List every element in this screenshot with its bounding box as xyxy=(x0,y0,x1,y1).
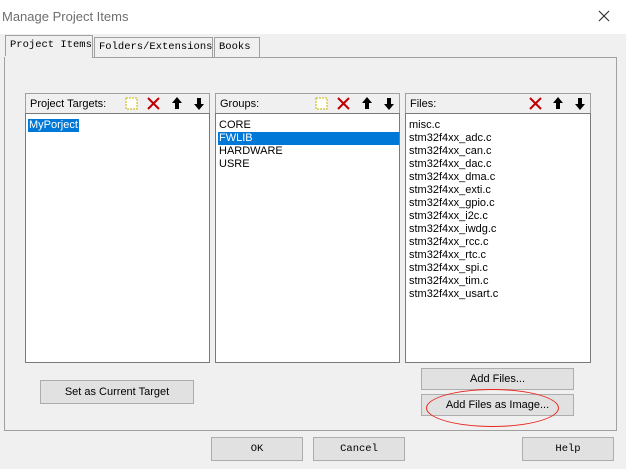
list-item[interactable]: stm32f4xx_i2c.c xyxy=(408,210,489,223)
move-up-icon[interactable] xyxy=(357,95,377,112)
list-item[interactable]: stm32f4xx_tim.c xyxy=(408,275,489,288)
tab-books[interactable]: Books xyxy=(214,37,260,57)
add-files-button[interactable]: Add Files... xyxy=(421,368,574,390)
move-down-icon[interactable] xyxy=(379,95,399,112)
tab-label: Books xyxy=(219,41,251,53)
tab-project-items[interactable]: Project Items xyxy=(5,35,93,58)
help-button[interactable]: Help xyxy=(522,437,614,461)
list-item[interactable]: stm32f4xx_usart.c xyxy=(408,288,499,301)
list-item[interactable]: stm32f4xx_adc.c xyxy=(408,132,493,145)
list-item[interactable]: stm32f4xx_rtc.c xyxy=(408,249,487,262)
files-header: Files: xyxy=(405,93,591,113)
list-item[interactable]: stm32f4xx_spi.c xyxy=(408,262,489,275)
delete-group-icon[interactable] xyxy=(334,95,354,112)
move-up-icon[interactable] xyxy=(167,95,187,112)
targets-label: Project Targets: xyxy=(30,98,107,110)
list-item[interactable]: misc.c xyxy=(408,119,441,132)
delete-target-icon[interactable] xyxy=(144,95,164,112)
list-item[interactable]: stm32f4xx_rcc.c xyxy=(408,236,489,249)
groups-label: Groups: xyxy=(220,98,260,110)
files-label: Files: xyxy=(410,98,437,110)
list-item[interactable]: HARDWARE xyxy=(218,145,284,158)
targets-header: Project Targets: xyxy=(25,93,210,113)
targets-list[interactable]: MyPorject xyxy=(25,113,210,363)
highlight-annotation xyxy=(426,389,559,427)
list-item[interactable]: MyPorject xyxy=(28,119,79,132)
title-bar: Manage Project Items xyxy=(0,0,626,34)
cancel-button[interactable]: Cancel xyxy=(313,437,405,461)
list-item[interactable]: FWLIB xyxy=(218,132,399,145)
list-item[interactable]: stm32f4xx_dac.c xyxy=(408,158,493,171)
tab-label: Project Items xyxy=(10,39,92,51)
close-icon[interactable] xyxy=(596,8,612,24)
list-item[interactable]: stm32f4xx_dma.c xyxy=(408,171,496,184)
new-target-icon[interactable] xyxy=(122,95,142,112)
move-up-icon[interactable] xyxy=(548,95,568,112)
new-group-icon[interactable] xyxy=(312,95,332,112)
list-item[interactable]: stm32f4xx_iwdg.c xyxy=(408,223,497,236)
list-item[interactable]: stm32f4xx_gpio.c xyxy=(408,197,496,210)
window-title: Manage Project Items xyxy=(2,9,129,24)
list-item[interactable]: CORE xyxy=(218,119,252,132)
ok-button[interactable]: OK xyxy=(211,437,303,461)
list-item[interactable]: stm32f4xx_exti.c xyxy=(408,184,492,197)
files-list[interactable]: misc.c stm32f4xx_adc.c stm32f4xx_can.c s… xyxy=(405,113,591,363)
move-down-icon[interactable] xyxy=(570,95,590,112)
tab-join xyxy=(5,56,92,59)
delete-file-icon[interactable] xyxy=(526,95,546,112)
tab-label: Folders/Extensions xyxy=(99,41,213,53)
tab-folders-extensions[interactable]: Folders/Extensions xyxy=(94,37,213,57)
list-item[interactable]: USRE xyxy=(218,158,251,171)
move-down-icon[interactable] xyxy=(189,95,209,112)
groups-list[interactable]: CORE FWLIB HARDWARE USRE xyxy=(215,113,400,363)
set-current-target-button[interactable]: Set as Current Target xyxy=(40,380,194,404)
list-item[interactable]: stm32f4xx_can.c xyxy=(408,145,493,158)
groups-header: Groups: xyxy=(215,93,400,113)
